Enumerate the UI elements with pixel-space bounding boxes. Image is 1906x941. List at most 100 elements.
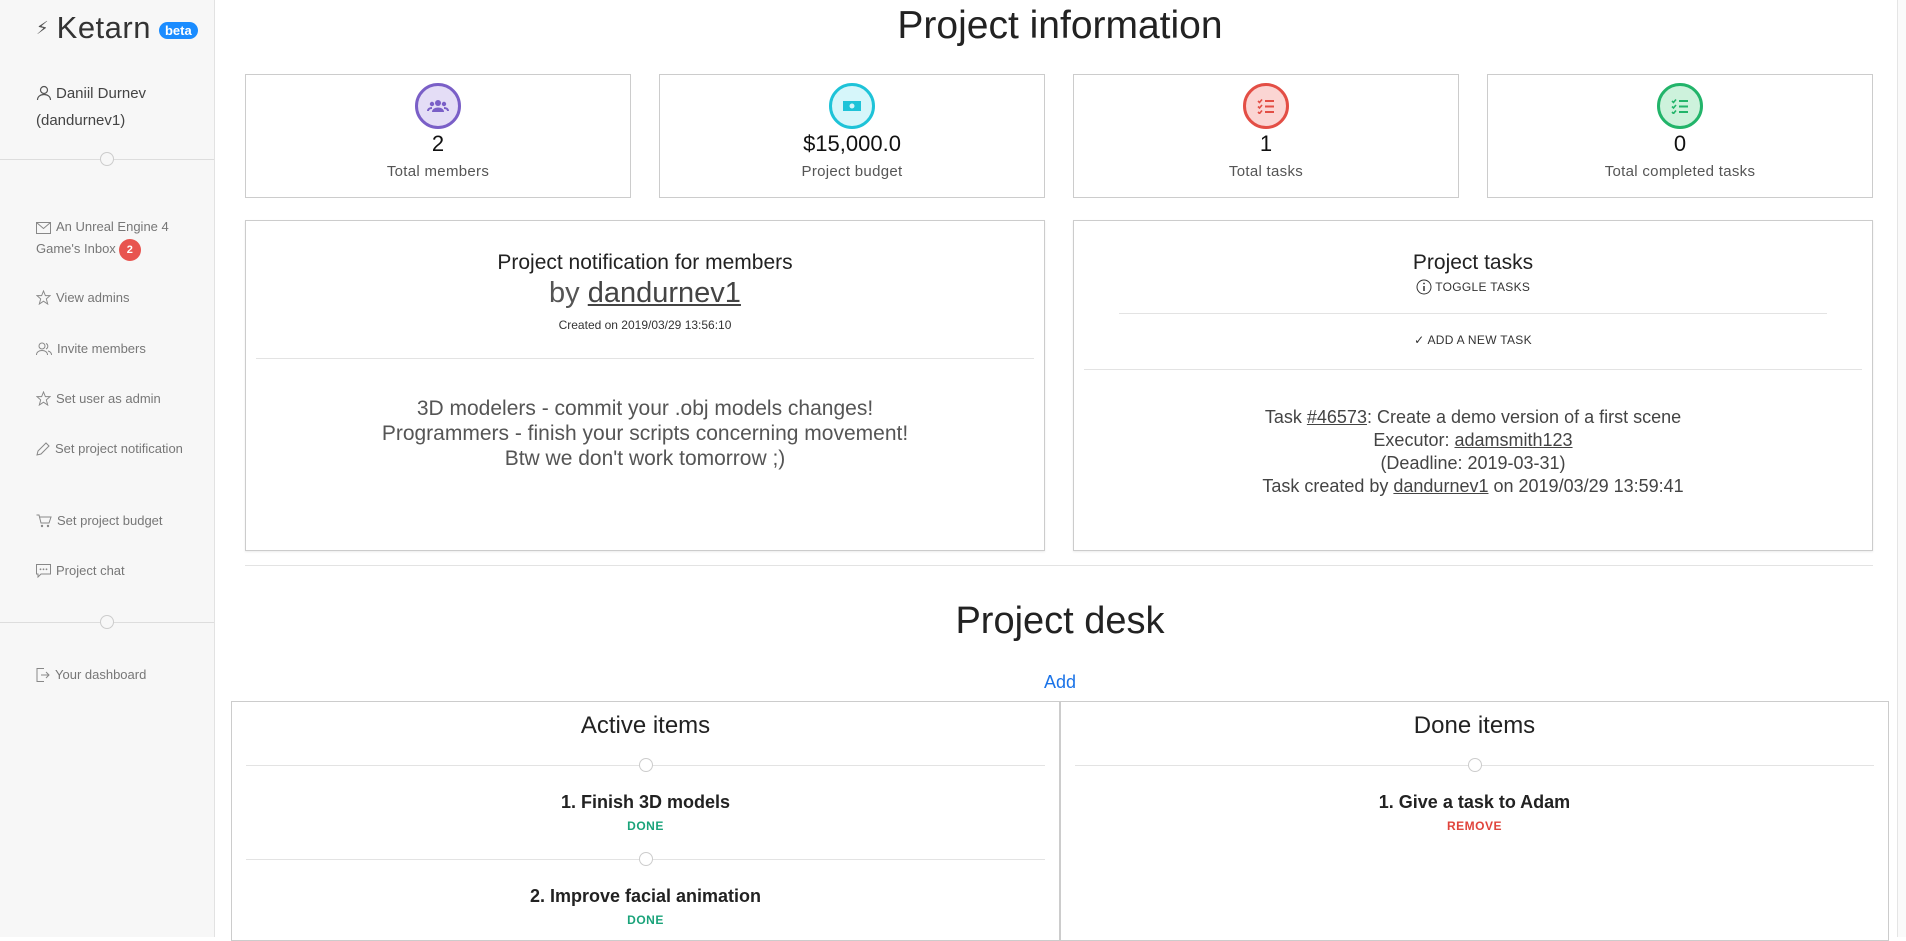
- brand[interactable]: ⚡ Ketarn beta: [36, 10, 198, 46]
- sidebar-item-label: Set project budget: [57, 513, 163, 528]
- sidebar-item-set-admin[interactable]: Set user as admin: [35, 388, 196, 410]
- stat-card-completed: 0 Total completed tasks: [1487, 74, 1873, 198]
- sidebar-item-label: Invite members: [57, 341, 146, 356]
- created-by-label: Task created by: [1262, 476, 1389, 496]
- add-desk-item-link[interactable]: Add: [1020, 672, 1100, 693]
- inbox-count-badge: 2: [118, 239, 141, 261]
- cart-icon: [36, 514, 52, 528]
- sidebar-item-invite-members[interactable]: Invite members: [36, 338, 196, 360]
- toggle-tasks-label: TOGGLE TASKS: [1435, 280, 1531, 294]
- item-name: 1. Give a task to Adam: [1378, 792, 1571, 812]
- sidebar-item-set-notification[interactable]: Set project notification: [36, 438, 196, 460]
- mail-icon: [36, 222, 51, 234]
- task-entry: Task #46573: Create a demo version of a …: [1074, 406, 1872, 498]
- remove-button[interactable]: REMOVE: [1061, 819, 1888, 833]
- beta-badge: beta: [158, 21, 198, 39]
- divider: [0, 615, 214, 629]
- bolt-icon: ⚡: [36, 17, 49, 38]
- pencil-icon: [36, 442, 50, 456]
- task-list-icon: [1243, 83, 1289, 129]
- created-date: Created on 2019/03/29 13:56:10: [558, 318, 732, 332]
- active-items-title: Active items: [580, 712, 711, 739]
- sidebar-item-label: Set project notification: [55, 441, 183, 456]
- executor-label: Executor:: [1373, 430, 1450, 450]
- brand-name: Ketarn: [56, 10, 151, 45]
- stat-value: 1: [1259, 131, 1273, 156]
- creator-link[interactable]: dandurnev1: [1393, 476, 1488, 496]
- tasks-title: Project tasks: [1412, 251, 1534, 274]
- chat-icon: [36, 564, 51, 579]
- divider: [245, 565, 1873, 566]
- add-task-link[interactable]: ✓ ADD A NEW TASK: [1074, 333, 1872, 347]
- notification-line: Btw we don't work tomorrow ;): [504, 447, 786, 470]
- by-label: by: [549, 277, 580, 309]
- divider: [246, 852, 1045, 866]
- sidebar-item-view-admins[interactable]: View admins: [35, 287, 196, 309]
- sidebar-item-project-chat[interactable]: Project chat: [36, 560, 196, 582]
- page-title: Project information: [897, 4, 1223, 47]
- add-task-label: ADD A NEW TASK: [1427, 333, 1532, 347]
- list-item: 1. Finish 3D models DONE: [232, 792, 1059, 833]
- active-items-column: Active items 1. Finish 3D models DONE 2.…: [231, 701, 1060, 941]
- stat-value: $15,000.0: [803, 131, 901, 156]
- author-link[interactable]: dandurnev1: [588, 277, 741, 309]
- user-icon: [36, 85, 52, 101]
- list-item: 1. Give a task to Adam REMOVE: [1061, 792, 1888, 833]
- sidebar-item-set-budget[interactable]: Set project budget: [36, 510, 196, 532]
- divider: [1119, 313, 1827, 314]
- stat-label: Total completed tasks: [1604, 163, 1756, 180]
- task-description: : Create a demo version of a first scene: [1366, 407, 1682, 427]
- done-items-column: Done items 1. Give a task to Adam REMOVE: [1060, 701, 1889, 941]
- task-prefix: Task: [1264, 407, 1302, 427]
- created-on: on 2019/03/29 13:59:41: [1493, 476, 1684, 496]
- divider: [256, 358, 1034, 359]
- done-button[interactable]: DONE: [232, 819, 1059, 833]
- toggle-tasks-link[interactable]: TOGGLE TASKS: [1074, 279, 1872, 295]
- info-icon: [1416, 279, 1432, 295]
- star-icon: [35, 390, 52, 407]
- stat-card-tasks: 1 Total tasks: [1073, 74, 1459, 198]
- stat-card-budget: $15,000.0 Project budget: [659, 74, 1045, 198]
- notification-panel: Project notification for members by dand…: [245, 220, 1045, 551]
- item-name: 2. Improve facial animation: [529, 886, 762, 906]
- sidebar-item-label: Your dashboard: [55, 667, 147, 682]
- sidebar-item-inbox[interactable]: An Unreal Engine 4 Game's Inbox 2: [36, 216, 196, 261]
- notification-author-line: by dandurnev1: [246, 277, 1044, 310]
- inbox-label: An Unreal Engine 4 Game's Inbox: [36, 219, 169, 256]
- done-items-title: Done items: [1413, 712, 1536, 739]
- money-icon: [829, 83, 875, 129]
- notification-title: Project notification for members: [497, 251, 793, 274]
- task-deadline: (Deadline: 2019-03-31): [1380, 453, 1566, 473]
- desk-title: Project desk: [955, 600, 1165, 642]
- notification-line: 3D modelers - commit your .obj models ch…: [416, 397, 874, 420]
- sidebar-item-label: Set user as admin: [56, 391, 161, 406]
- notification-body: 3D modelers - commit your .obj models ch…: [246, 396, 1044, 471]
- sidebar-item-dashboard[interactable]: Your dashboard: [36, 664, 196, 686]
- divider: [246, 758, 1045, 772]
- item-name: 1. Finish 3D models: [560, 792, 731, 812]
- notification-line: Programmers - finish your scripts concer…: [381, 422, 909, 445]
- divider: [1084, 369, 1862, 370]
- stat-label: Project budget: [801, 163, 903, 180]
- stat-value: 0: [1673, 131, 1687, 156]
- task-list-icon: [1657, 83, 1703, 129]
- done-button[interactable]: DONE: [232, 913, 1059, 927]
- star-icon: [35, 289, 52, 306]
- list-item: 2. Improve facial animation DONE: [232, 886, 1059, 927]
- stat-value: 2: [431, 131, 445, 156]
- task-id-link[interactable]: #46573: [1307, 407, 1367, 427]
- user-name: Daniil Durnev (dandurnev1): [36, 80, 206, 134]
- executor-link[interactable]: adamsmith123: [1454, 430, 1572, 450]
- tasks-panel: Project tasks TOGGLE TASKS ✓ ADD A NEW T…: [1073, 220, 1873, 551]
- stat-label: Total members: [386, 163, 490, 180]
- divider: [1075, 758, 1874, 772]
- sidebar: ⚡ Ketarn beta Daniil Durnev (dandurnev1)…: [0, 0, 215, 937]
- users-icon: [415, 83, 461, 129]
- stat-card-members: 2 Total members: [245, 74, 631, 198]
- scrollbar[interactable]: [1897, 0, 1906, 937]
- user-label: Daniil Durnev (dandurnev1): [36, 85, 147, 129]
- users-icon: [36, 342, 52, 356]
- sidebar-item-label: View admins: [56, 290, 130, 305]
- sidebar-item-label: Project chat: [56, 563, 125, 578]
- stat-label: Total tasks: [1228, 163, 1304, 180]
